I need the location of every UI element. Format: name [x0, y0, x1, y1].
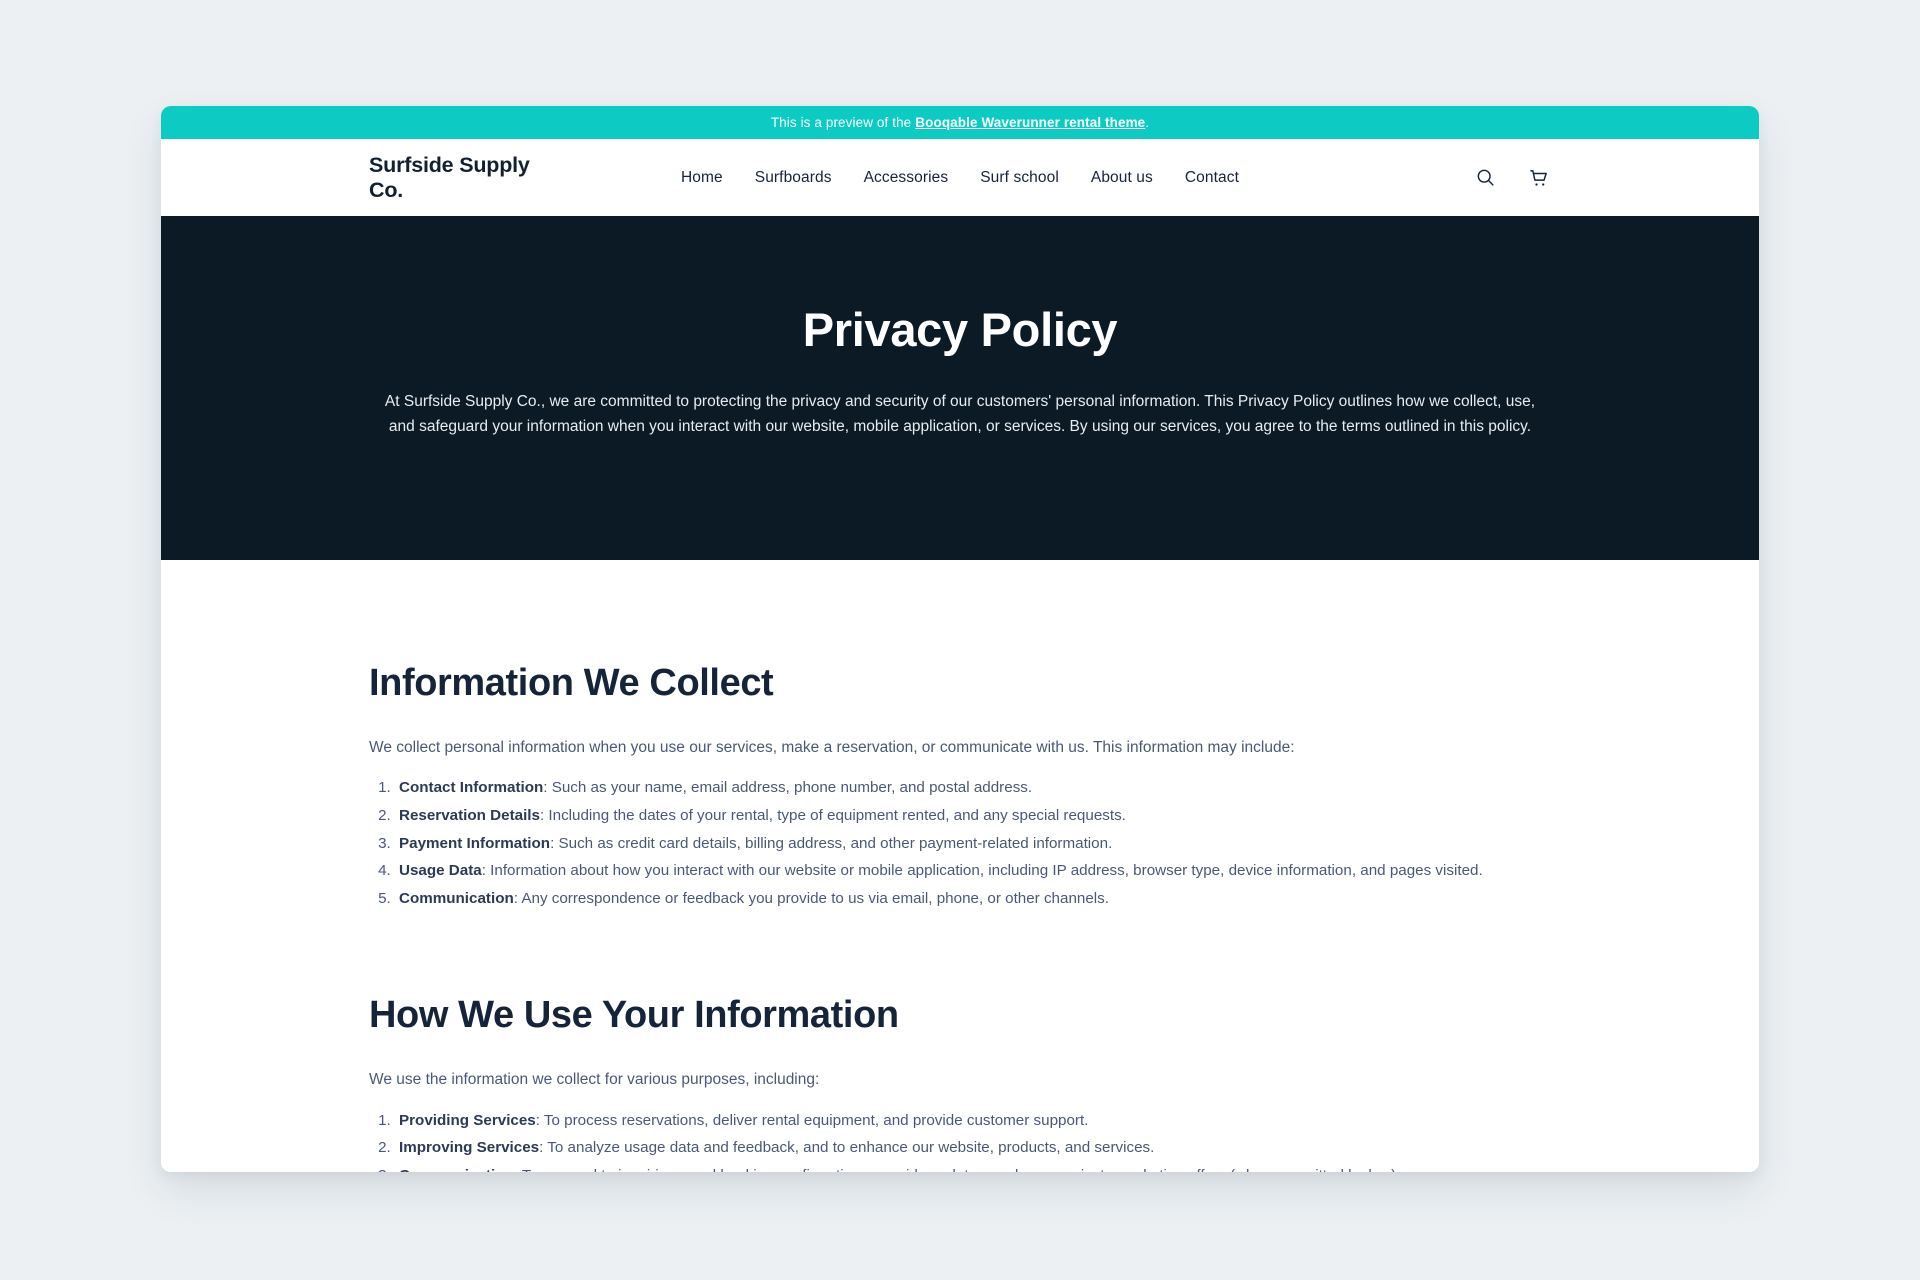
list-item: Providing Services: To process reservati… [395, 1109, 1551, 1133]
hero-section: Privacy Policy At Surfside Supply Co., w… [161, 216, 1759, 560]
list-item-term: Providing Services [399, 1111, 536, 1129]
list-item-desc: : Such as your name, email address, phon… [543, 779, 1033, 797]
preview-banner-theme-link[interactable]: Booqable Waverunner rental theme [915, 115, 1145, 130]
list-item-desc: : Such as credit card details, billing a… [550, 834, 1113, 852]
site-preview-card: This is a preview of the Booqable Waveru… [161, 106, 1759, 1172]
list-item-desc: : To analyze usage data and feedback, an… [539, 1139, 1155, 1157]
page-title: Privacy Policy [802, 303, 1118, 356]
section-information-we-collect: Information We Collect We collect person… [369, 662, 1551, 910]
preview-banner: This is a preview of the Booqable Waveru… [161, 106, 1759, 139]
list-item-term: Improving Services [399, 1139, 540, 1157]
section-list: Providing Services: To process reservati… [369, 1109, 1551, 1172]
list-item-term: Communication [399, 1167, 514, 1172]
site-header: Surfside Supply Co. Home Surfboards Acce… [161, 139, 1759, 216]
nav-item-surfboards[interactable]: Surfboards [755, 169, 832, 187]
nav-item-accessories[interactable]: Accessories [864, 169, 949, 187]
list-item: Communication: To respond to inquiries, … [395, 1164, 1551, 1172]
list-item-desc: : To respond to inquiries, send booking … [514, 1167, 1401, 1172]
nav-item-home[interactable]: Home [681, 169, 723, 187]
section-heading: Information We Collect [369, 662, 774, 704]
section-heading: How We Use Your Information [369, 994, 899, 1037]
nav-item-about-us[interactable]: About us [1091, 169, 1153, 187]
section-list: Contact Information: Such as your name, … [369, 776, 1551, 910]
hero-subtitle: At Surfside Supply Co., we are committed… [384, 392, 1536, 435]
section-intro: We collect personal information when you… [369, 738, 1295, 756]
list-item-term: Payment Information [399, 834, 551, 852]
search-icon[interactable] [1473, 166, 1497, 190]
list-item-term: Communication [399, 889, 514, 907]
section-intro: We use the information we collect for va… [369, 1070, 820, 1088]
preview-banner-text: This is a preview of the [770, 115, 912, 130]
section-how-we-use-your-information: How We Use Your Information We use the i… [369, 994, 1551, 1172]
preview-banner-period: . [1145, 115, 1150, 130]
brand-logo[interactable]: Surfside Supply Co. [369, 153, 569, 201]
list-item-term: Contact Information [399, 779, 544, 797]
list-item-desc: : Including the dates of your rental, ty… [539, 807, 1126, 825]
list-item-term: Usage Data [399, 862, 482, 880]
list-item-desc: : Information about how you interact wit… [481, 862, 1483, 880]
nav-item-surf-school[interactable]: Surf school [980, 169, 1059, 187]
list-item: Usage Data: Information about how you in… [395, 859, 1551, 883]
header-actions [1473, 166, 1551, 190]
list-item-desc: : To process reservations, deliver renta… [535, 1111, 1089, 1129]
list-item: Contact Information: Such as your name, … [395, 776, 1551, 800]
cart-icon[interactable] [1527, 166, 1551, 190]
policy-content: Information We Collect We collect person… [161, 560, 1759, 1172]
list-item-term: Reservation Details [399, 807, 540, 825]
list-item: Communication: Any correspondence or fee… [395, 887, 1551, 911]
nav-item-contact[interactable]: Contact [1185, 169, 1239, 187]
list-item-desc: : Any correspondence or feedback you pro… [513, 889, 1109, 907]
list-item: Payment Information: Such as credit card… [395, 832, 1551, 856]
list-item: Reservation Details: Including the dates… [395, 804, 1551, 828]
list-item: Improving Services: To analyze usage dat… [395, 1136, 1551, 1160]
